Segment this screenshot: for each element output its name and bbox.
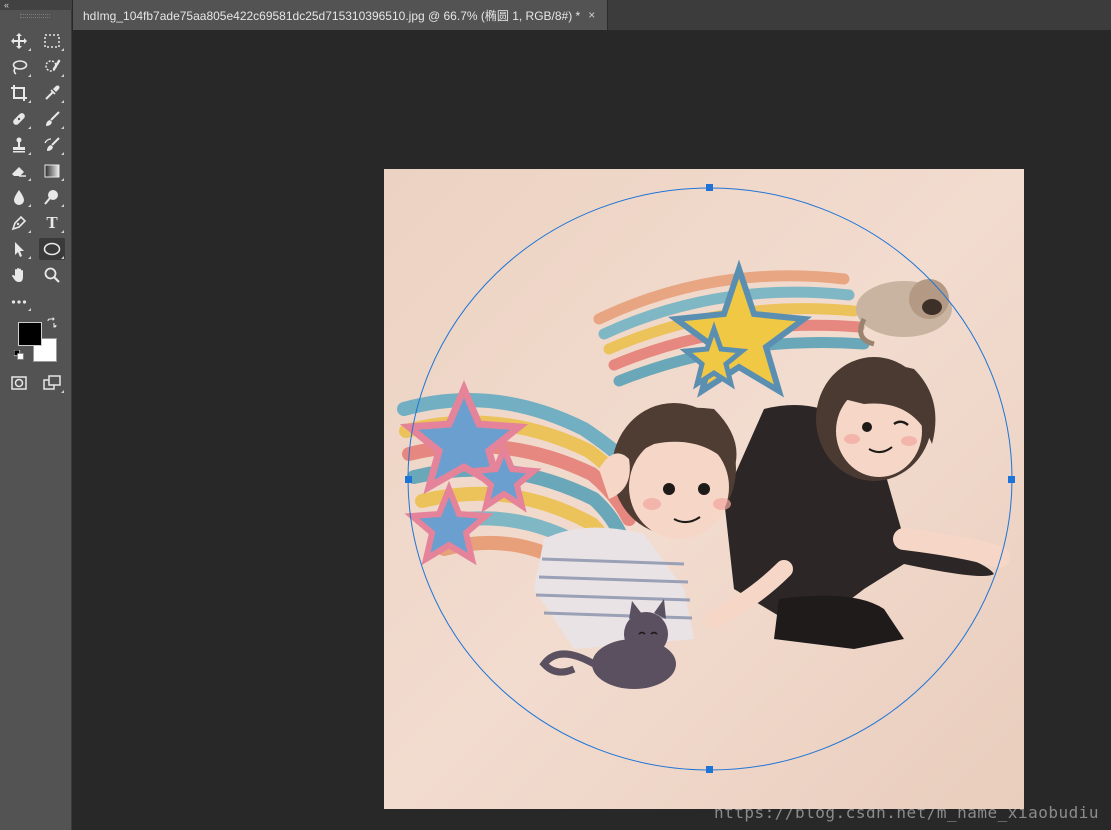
stamp-tool[interactable] xyxy=(6,134,32,156)
healing-tool[interactable] xyxy=(6,108,32,130)
default-colors-button[interactable] xyxy=(12,348,26,362)
quick-select-icon xyxy=(45,59,61,72)
hand-icon xyxy=(12,268,23,282)
history-brush-tool[interactable] xyxy=(39,134,65,156)
quick-mask-button[interactable] xyxy=(6,372,32,394)
document-tab-title: hdImg_104fb7ade75aa805e422c69581dc25d715… xyxy=(83,8,581,23)
gradient-tool[interactable] xyxy=(39,160,65,182)
brush-tool[interactable] xyxy=(39,108,65,130)
quick-select-tool[interactable] xyxy=(39,56,65,78)
ellipsis-icon xyxy=(11,300,27,304)
path-select-tool[interactable] xyxy=(6,238,32,260)
screen-mode-icon xyxy=(43,375,61,390)
magnifier-icon xyxy=(44,267,60,283)
move-tool[interactable] xyxy=(6,30,32,52)
eraser-icon xyxy=(12,167,26,177)
hand-tool[interactable] xyxy=(6,264,32,286)
quick-mask-icon xyxy=(11,376,27,390)
default-colors-icon xyxy=(14,350,24,360)
screen-mode-button[interactable] xyxy=(39,372,65,394)
drop-icon xyxy=(14,190,24,205)
stamp-icon xyxy=(13,137,25,153)
photoshop-window: « T hdImg_104fb7ade75aa805e422c69581dc25… xyxy=(0,0,1111,830)
type-tool[interactable]: T xyxy=(39,212,65,234)
canvas-workspace[interactable]: https://blog.csdn.net/m_name_xiaobudiu xyxy=(73,30,1111,830)
dodge-icon xyxy=(44,190,58,205)
crop-tool[interactable] xyxy=(6,82,32,104)
panel-grip[interactable] xyxy=(20,14,50,18)
dodge-tool[interactable] xyxy=(39,186,65,208)
anchor-point-bottom[interactable] xyxy=(706,766,713,773)
ellipse-icon xyxy=(43,242,61,256)
illustration-image xyxy=(384,169,1024,809)
anchor-point-left[interactable] xyxy=(405,476,412,483)
pen-tool[interactable] xyxy=(6,212,32,234)
collapse-panel-button[interactable]: « xyxy=(0,0,72,10)
watermark-text: https://blog.csdn.net/m_name_xiaobudiu xyxy=(713,803,1099,822)
marquee-tool[interactable] xyxy=(39,30,65,52)
crop-icon xyxy=(11,85,27,101)
more-tools[interactable] xyxy=(6,290,32,312)
close-document-icon[interactable]: × xyxy=(588,8,595,22)
eraser-tool[interactable] xyxy=(6,160,32,182)
type-icon: T xyxy=(46,213,58,232)
move-icon xyxy=(11,33,27,49)
swap-colors-button[interactable] xyxy=(44,315,60,331)
lasso-icon xyxy=(12,60,28,75)
rect-marquee-icon xyxy=(44,34,60,48)
history-brush-icon xyxy=(44,137,60,151)
document-tab-bar: hdImg_104fb7ade75aa805e422c69581dc25d715… xyxy=(73,0,1111,30)
ellipse-tool[interactable] xyxy=(39,238,65,260)
eyedropper-icon xyxy=(45,85,60,100)
eyedropper-tool[interactable] xyxy=(39,82,65,104)
swap-arrows-icon xyxy=(47,317,57,328)
blur-tool[interactable] xyxy=(6,186,32,208)
gradient-icon xyxy=(44,164,60,178)
document-canvas[interactable] xyxy=(384,169,1024,809)
tools-panel: « T xyxy=(0,0,72,830)
pen-icon xyxy=(11,215,27,231)
brush-icon xyxy=(46,111,60,126)
bandage-icon xyxy=(13,113,25,125)
lasso-tool[interactable] xyxy=(6,56,32,78)
zoom-tool[interactable] xyxy=(39,264,65,286)
anchor-point-right[interactable] xyxy=(1008,476,1015,483)
foreground-color-swatch[interactable] xyxy=(18,322,42,346)
document-tab[interactable]: hdImg_104fb7ade75aa805e422c69581dc25d715… xyxy=(73,0,608,30)
arrow-icon xyxy=(15,242,24,257)
anchor-point-top[interactable] xyxy=(706,184,713,191)
